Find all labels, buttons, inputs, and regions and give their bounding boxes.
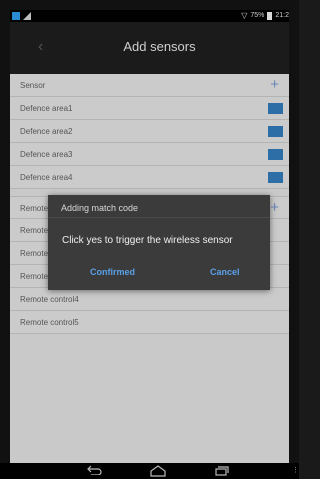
- nav-home-icon[interactable]: [150, 465, 166, 477]
- dialog-message: Click yes to trigger the wireless sensor: [62, 235, 233, 246]
- status-bar: ▽ 75% 21:2: [10, 10, 289, 22]
- sensor-header-label: Sensor: [20, 81, 46, 90]
- app-notification-icon: [12, 12, 20, 20]
- battery-text: 75%: [250, 12, 265, 19]
- toggle-switch[interactable]: [268, 149, 283, 160]
- add-remote-plus-icon[interactable]: +: [270, 197, 279, 219]
- nav-recent-apps-icon[interactable]: [215, 466, 229, 476]
- nav-menu-icon[interactable]: ⋮: [292, 467, 299, 475]
- list-item-remote-control4[interactable]: Remote control4: [10, 288, 289, 311]
- wifi-icon: ▽: [241, 11, 248, 20]
- signal-icon: [23, 12, 31, 20]
- list-item-defence-area1[interactable]: Defence area1: [10, 97, 289, 120]
- list-item-label: Defence area2: [20, 127, 73, 136]
- nav-back-icon[interactable]: [86, 465, 102, 475]
- cancel-button[interactable]: Cancel: [210, 267, 240, 277]
- dialog-title: Adding match code: [61, 203, 139, 213]
- confirmed-button[interactable]: Confirmed: [90, 267, 135, 277]
- page-title: Add sensors: [123, 39, 196, 54]
- list-item-label: Defence area4: [20, 173, 73, 182]
- list-item-label: Remote control5: [20, 318, 79, 327]
- list-item-label: Defence area3: [20, 150, 73, 159]
- list-item-label: Defence area1: [20, 104, 73, 113]
- clock-text: 21:2: [275, 12, 289, 19]
- device-frame: ▽ 75% 21:2 ‹ Add sensors Sensor + Defenc…: [0, 0, 299, 479]
- battery-icon: [267, 11, 273, 20]
- list-item-defence-area2[interactable]: Defence area2: [10, 120, 289, 143]
- dialog-divider: [48, 217, 270, 218]
- match-code-dialog: Adding match code Click yes to trigger t…: [48, 195, 270, 290]
- toggle-switch[interactable]: [268, 103, 283, 114]
- list-item-label: Remote control4: [20, 295, 79, 304]
- app-screen: ▽ 75% 21:2 ‹ Add sensors Sensor + Defenc…: [10, 10, 289, 463]
- sensor-header-row: Sensor +: [10, 74, 289, 97]
- nav-bar: ⋮: [0, 463, 299, 479]
- toggle-switch[interactable]: [268, 172, 283, 183]
- list-item-defence-area4[interactable]: Defence area4: [10, 166, 289, 189]
- title-bar: ‹ Add sensors: [10, 22, 289, 74]
- list-item-defence-area3[interactable]: Defence area3: [10, 143, 289, 166]
- add-sensor-plus-icon[interactable]: +: [270, 74, 279, 96]
- list-item-remote-control5[interactable]: Remote control5: [10, 311, 289, 334]
- toggle-switch[interactable]: [268, 126, 283, 137]
